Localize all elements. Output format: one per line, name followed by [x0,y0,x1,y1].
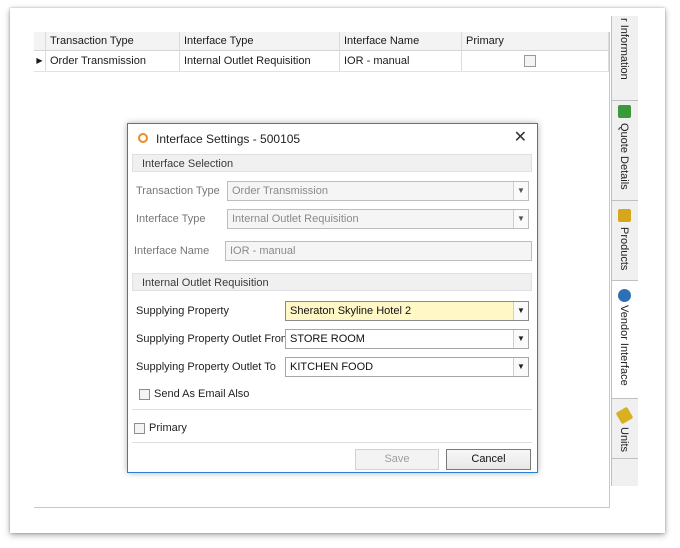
interface-type-value: Internal Outlet Requisition [232,213,359,225]
cell-primary[interactable] [462,51,609,71]
interface-name-label: Interface Name [134,245,210,257]
send-email-label[interactable]: Send As Email Also [154,388,249,400]
tab-vendor-interface[interactable]: Vendor Interface [612,281,638,399]
units-icon [615,406,634,425]
vendor-interface-icon [618,289,631,302]
tab-information-label: r Information [618,18,630,80]
interfaces-grid: Transaction Type Interface Type Interfac… [34,32,609,72]
primary-label[interactable]: Primary [149,422,187,434]
cell-interface-type[interactable]: Internal Outlet Requisition [180,51,340,71]
chevron-down-icon: ▼ [513,210,528,228]
interface-settings-dialog: Interface Settings - 500105 ✕ Interface … [127,123,538,473]
quote-details-icon [618,105,631,118]
cell-transaction-type[interactable]: Order Transmission [46,51,180,71]
outlet-from-value: STORE ROOM [290,333,365,345]
chevron-down-icon[interactable]: ▼ [513,330,528,348]
outlet-to-value: KITCHEN FOOD [290,361,374,373]
chevron-down-icon[interactable]: ▼ [513,358,528,376]
send-email-checkbox[interactable] [139,389,150,400]
section-internal-outlet-requisition: Internal Outlet Requisition [132,273,532,291]
interface-type-select: Internal Outlet Requisition ▼ [227,209,529,229]
primary-checkbox[interactable] [524,55,536,67]
tab-units-label: Units [618,427,630,453]
products-icon [618,209,631,222]
tab-products-label: Products [618,227,630,271]
outlet-from-select[interactable]: STORE ROOM ▼ [285,329,529,349]
supplying-property-label: Supplying Property [136,305,229,317]
interface-type-label: Interface Type [136,213,206,225]
tab-units[interactable]: Units [612,399,638,459]
chevron-down-icon[interactable]: ▼ [513,302,528,320]
transaction-type-value: Order Transmission [232,185,328,197]
transaction-type-select: Order Transmission ▼ [227,181,529,201]
grid-header-marker [34,32,46,50]
column-header-interface-type[interactable]: Interface Type [180,32,340,50]
supplying-property-select[interactable]: Sheraton Skyline Hotel 2 ▼ [285,301,529,321]
cell-interface-name[interactable]: IOR - manual [340,51,462,71]
table-row[interactable]: ▶ Order Transmission Internal Outlet Req… [34,51,609,72]
section-interface-selection: Interface Selection [132,154,532,172]
dialog-title: Interface Settings - 500105 [156,132,301,146]
row-selector-icon: ▶ [34,51,46,71]
save-button[interactable]: Save [355,449,439,470]
transaction-type-label: Transaction Type [136,185,220,197]
supplying-property-value: Sheraton Skyline Hotel 2 [290,305,412,317]
grid-header: Transaction Type Interface Type Interfac… [34,32,609,51]
primary-checkbox[interactable] [134,423,145,434]
tab-products[interactable]: Products [612,201,638,281]
divider [132,409,532,410]
tab-vendor-interface-label: Vendor Interface [618,305,630,386]
interface-name-field: IOR - manual [225,241,532,261]
tab-quote-details-label: Quote Details [618,123,630,190]
close-icon[interactable]: ✕ [514,127,527,147]
side-tab-strip: r Information Quote Details Products Ven… [611,16,638,486]
tab-information[interactable]: r Information [612,16,638,101]
chevron-down-icon: ▼ [513,182,528,200]
column-header-transaction-type[interactable]: Transaction Type [46,32,180,50]
outlet-to-select[interactable]: KITCHEN FOOD ▼ [285,357,529,377]
divider [132,442,532,443]
outlet-to-label: Supplying Property Outlet To [136,361,276,373]
outlet-from-label: Supplying Property Outlet From [136,333,291,345]
cancel-button[interactable]: Cancel [446,449,531,470]
app-logo-icon [138,133,148,143]
tab-quote-details[interactable]: Quote Details [612,101,638,201]
column-header-primary[interactable]: Primary [462,32,609,50]
column-header-interface-name[interactable]: Interface Name [340,32,462,50]
